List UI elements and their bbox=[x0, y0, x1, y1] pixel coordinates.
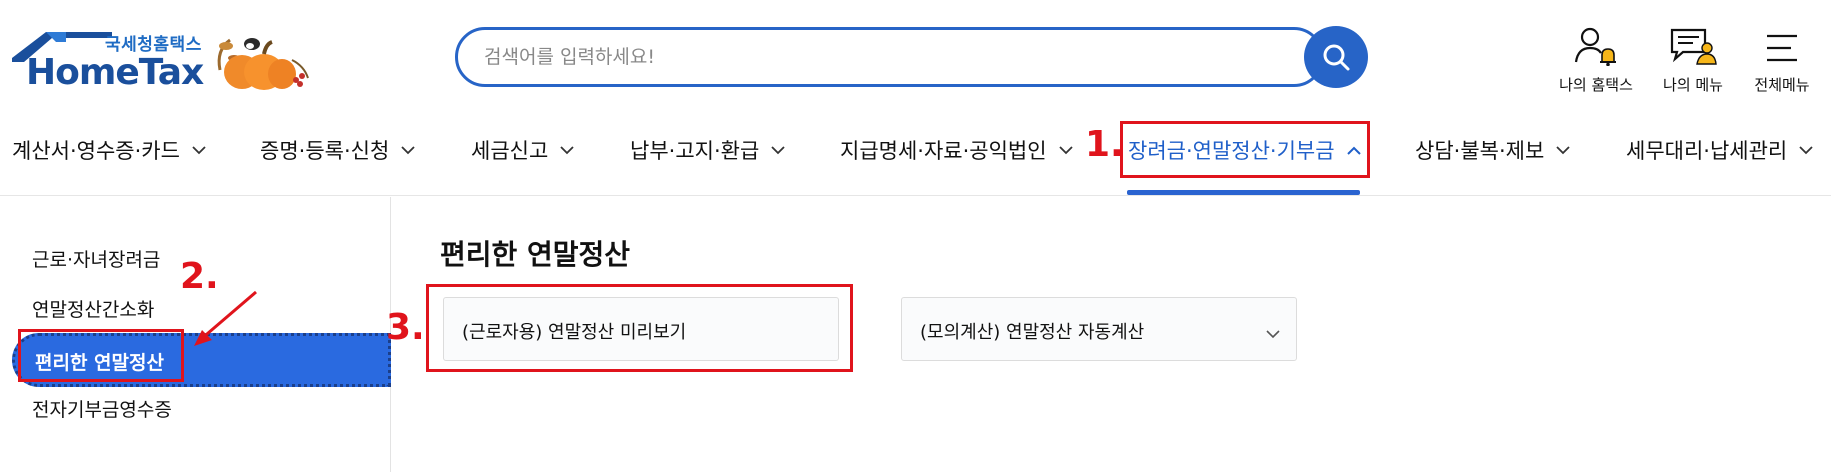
search-input[interactable] bbox=[484, 30, 1244, 84]
card-label: (모의계산) 연말정산 자동계산 bbox=[920, 322, 1145, 343]
my-hometax-label: 나의 홈택스 bbox=[1559, 76, 1633, 94]
annotation-arrow-icon bbox=[194, 290, 257, 346]
gnb-item-label: 증명·등록·신청 bbox=[260, 139, 390, 163]
chevron-down-icon bbox=[771, 145, 785, 155]
gnb-item-label: 세금신고 bbox=[471, 139, 549, 163]
my-menu-button[interactable]: 나의 메뉴 bbox=[1643, 22, 1743, 95]
list-user-icon bbox=[1670, 28, 1717, 65]
search-icon bbox=[1323, 44, 1350, 71]
annotation-box-card bbox=[426, 284, 853, 372]
gnb-item-label: 지급명세·자료·공익법인 bbox=[840, 139, 1047, 163]
annotation-step-3: 3. bbox=[386, 307, 425, 348]
user-bell-icon bbox=[1574, 27, 1616, 66]
logo-title: HomeTax bbox=[26, 52, 204, 93]
gnb-item-label: 세무대리·납세관리 bbox=[1626, 139, 1788, 163]
pumpkin-icon bbox=[217, 38, 309, 90]
gnb-item-invoice-receipt-card[interactable]: 계산서·영수증·카드 bbox=[12, 130, 206, 170]
sidebar-item-earned-income-credit[interactable]: 근로·자녀장려금 bbox=[32, 245, 160, 272]
annotation-box-gnb bbox=[1120, 121, 1370, 178]
chevron-down-icon bbox=[560, 145, 574, 155]
auto-calculation-card[interactable]: (모의계산) 연말정산 자동계산 bbox=[901, 297, 1297, 361]
hometax-logo[interactable]: 국세청홈택스 HomeTax bbox=[12, 22, 312, 93]
gnb-item-tax-filing[interactable]: 세금신고 bbox=[471, 130, 574, 170]
gnb-item-label: 계산서·영수증·카드 bbox=[12, 139, 180, 163]
header: 국세청홈택스 HomeTax 검색어를 입력하세요! 나의 홈택스 나의 메뉴 … bbox=[0, 0, 1831, 112]
gnb-item-label: 상담·불복·제보 bbox=[1415, 139, 1545, 163]
my-hometax-button[interactable]: 나의 홈택스 bbox=[1546, 22, 1646, 95]
chevron-down-icon bbox=[401, 145, 415, 155]
gnb-item-payment-statement[interactable]: 지급명세·자료·공익법인 bbox=[840, 130, 1073, 170]
gnb-item-tax-agent[interactable]: 세무대리·납세관리 bbox=[1626, 130, 1813, 170]
gnb-item-consult-appeal[interactable]: 상담·불복·제보 bbox=[1415, 130, 1570, 170]
active-tab-indicator bbox=[1127, 190, 1360, 195]
chevron-down-icon bbox=[192, 145, 206, 155]
all-menu-label: 전체메뉴 bbox=[1754, 76, 1810, 94]
gnb-item-label: 납부·고지·환급 bbox=[630, 139, 760, 163]
global-nav: 계산서·영수증·카드 증명·등록·신청 세금신고 납부·고지·환급 지급명세·자… bbox=[0, 112, 1831, 196]
annotation-box-sidebar bbox=[18, 329, 184, 382]
page-title: 편리한 연말정산 bbox=[440, 238, 631, 271]
hamburger-icon bbox=[1767, 34, 1797, 62]
chevron-down-icon bbox=[1266, 324, 1280, 343]
gnb-item-payment-refund[interactable]: 납부·고지·환급 bbox=[630, 130, 785, 170]
chevron-down-icon bbox=[1556, 145, 1570, 155]
search-bar[interactable] bbox=[455, 27, 1324, 87]
sidebar-item-yearend-simplified[interactable]: 연말정산간소화 bbox=[32, 295, 154, 322]
chevron-down-icon bbox=[1058, 145, 1073, 155]
annotation-step-1: 1. bbox=[1085, 124, 1124, 165]
my-menu-label: 나의 메뉴 bbox=[1663, 76, 1723, 94]
search-button[interactable] bbox=[1304, 26, 1368, 88]
chevron-down-icon bbox=[1799, 145, 1813, 155]
sidebar-item-electronic-donation-receipt[interactable]: 전자기부금영수증 bbox=[32, 395, 172, 422]
gnb-item-certificate-register[interactable]: 증명·등록·신청 bbox=[260, 130, 415, 170]
all-menu-button[interactable]: 전체메뉴 bbox=[1732, 22, 1831, 95]
